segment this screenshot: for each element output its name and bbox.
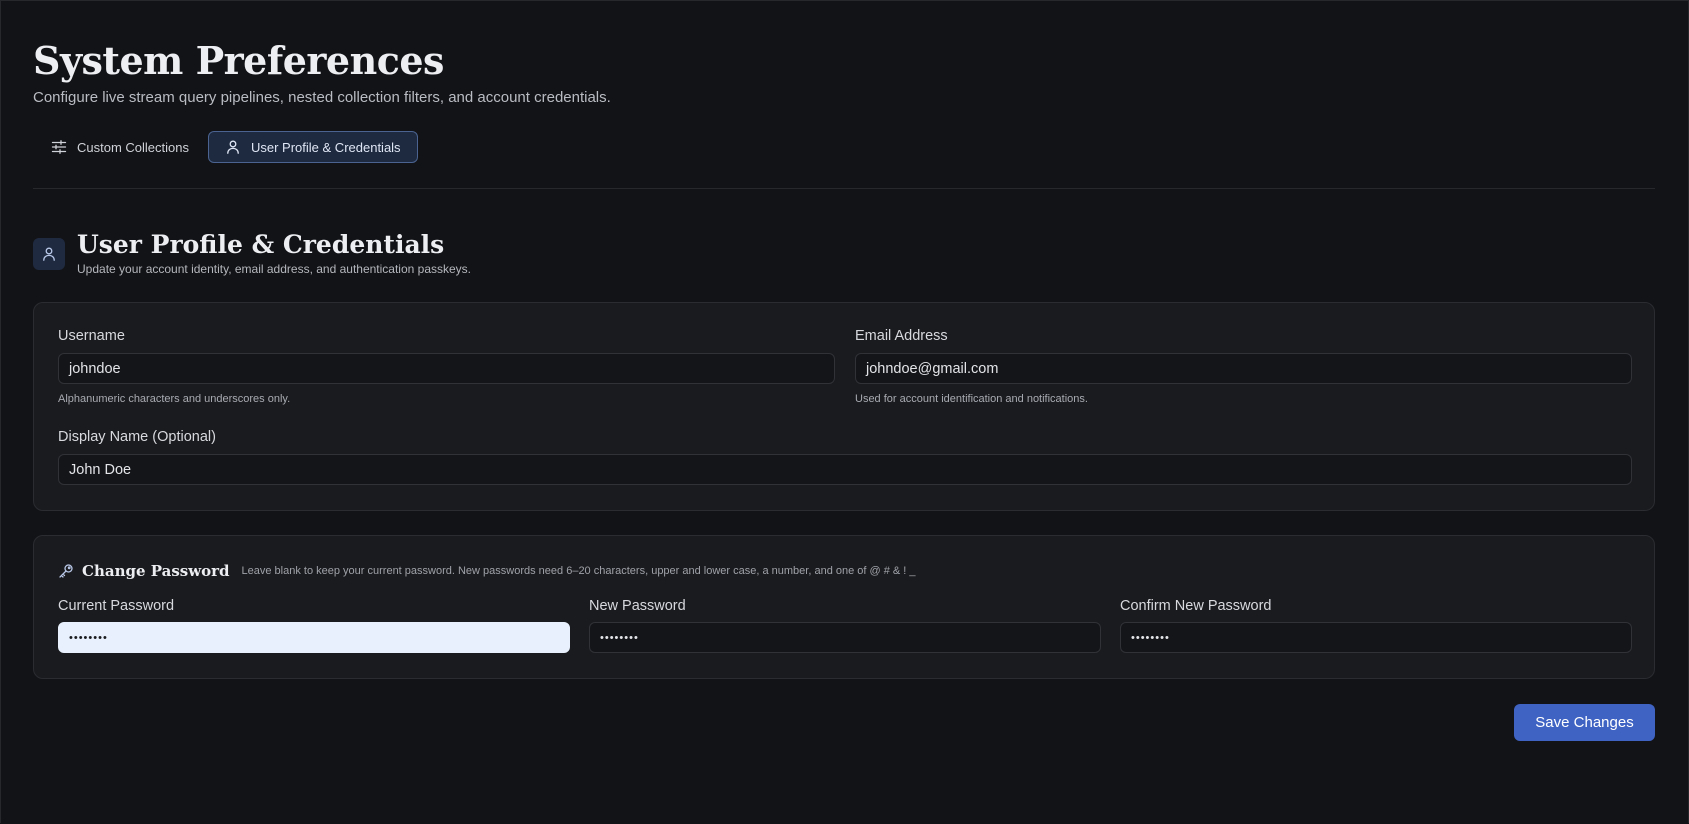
change-password-note: Leave blank to keep your current passwor…: [241, 565, 916, 577]
save-changes-button[interactable]: Save Changes: [1514, 704, 1655, 741]
user-icon: [43, 247, 55, 261]
username-hint: Alphanumeric characters and underscores …: [58, 393, 291, 405]
tab-label: Custom Collections: [77, 139, 189, 155]
email-hint: Used for account identification and noti…: [855, 393, 1088, 405]
profile-card: Username johndoe Alphanumeric characters…: [33, 302, 1655, 511]
display-name-input[interactable]: John Doe: [58, 454, 1632, 485]
email-label: Email Address: [855, 328, 948, 344]
username-label: Username: [58, 328, 125, 344]
confirm-password-label: Confirm New Password: [1120, 598, 1272, 614]
confirm-password-input[interactable]: ••••••••: [1120, 622, 1632, 653]
section-icon-badge: [33, 238, 65, 270]
user-icon: [227, 140, 239, 154]
change-password-title: Change Password: [82, 562, 230, 580]
page-title: System Preferences: [33, 38, 444, 83]
new-password-label: New Password: [589, 598, 686, 614]
tab-label: User Profile & Credentials: [251, 139, 401, 155]
new-password-input[interactable]: ••••••••: [589, 622, 1101, 653]
section-title: User Profile & Credentials: [77, 230, 445, 259]
current-password-input[interactable]: ••••••••: [58, 622, 570, 653]
section-description: Update your account identity, email addr…: [77, 262, 472, 276]
display-name-label: Display Name (Optional): [58, 429, 216, 445]
tab-custom-collections[interactable]: Custom Collections: [34, 131, 206, 163]
email-input[interactable]: johndoe@gmail.com: [855, 353, 1632, 384]
divider: [33, 188, 1655, 189]
change-password-header: Change Password Leave blank to keep your…: [58, 562, 916, 580]
sliders-icon: [51, 140, 67, 154]
page-subtitle: Configure live stream query pipelines, n…: [33, 89, 611, 106]
current-password-label: Current Password: [58, 598, 175, 614]
change-password-card: Change Password Leave blank to keep your…: [33, 535, 1655, 679]
username-input[interactable]: johndoe: [58, 353, 835, 384]
tab-user-profile-credentials[interactable]: User Profile & Credentials: [208, 131, 418, 163]
key-icon: [59, 564, 73, 578]
